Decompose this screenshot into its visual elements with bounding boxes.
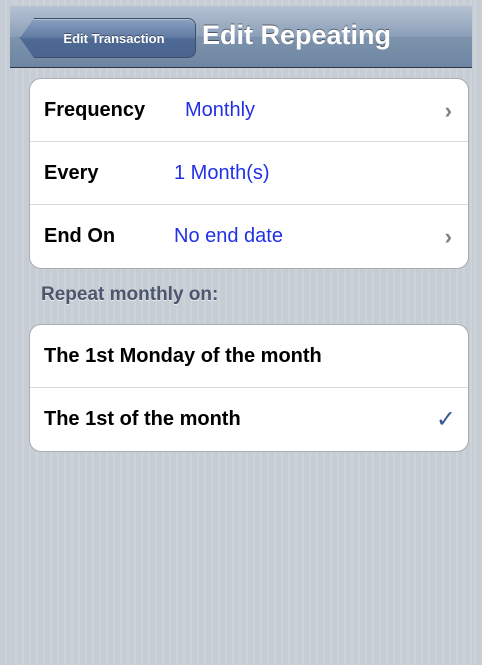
back-button-label: Edit Transaction (63, 30, 165, 46)
option-label: The 1st Monday of the month (44, 345, 322, 367)
checkmark-icon: ✓ (435, 406, 456, 433)
frequency-label: Frequency (44, 99, 146, 121)
end-on-value: No end date (174, 225, 283, 247)
app-screen: Edit Transaction Edit Repeating Frequenc… (10, 0, 472, 665)
end-on-label: End On (44, 225, 116, 247)
option-first-of-month-row[interactable]: The 1st of the month ✓ (30, 388, 468, 451)
frequency-value: Monthly (185, 99, 256, 121)
repeat-settings-group: Frequency Monthly › Every 1 Month(s) End… (29, 78, 469, 269)
navigation-bar: Edit Transaction Edit Repeating (10, 6, 472, 68)
repeat-options-group: The 1st Monday of the month The 1st of t… (29, 324, 469, 452)
option-label: The 1st of the month (44, 408, 241, 430)
end-on-row[interactable]: End On No end date › (30, 205, 468, 268)
option-first-monday-row[interactable]: The 1st Monday of the month (30, 325, 468, 388)
back-button[interactable]: Edit Transaction (20, 18, 196, 58)
chevron-right-icon: › (444, 98, 452, 123)
every-label: Every (44, 162, 99, 184)
page-title: Edit Repeating (202, 20, 392, 50)
repeat-section-header: Repeat monthly on: (41, 284, 219, 305)
frequency-row[interactable]: Frequency Monthly › (30, 79, 468, 142)
every-value: 1 Month(s) (174, 162, 270, 184)
chevron-right-icon: › (444, 224, 452, 249)
every-row[interactable]: Every 1 Month(s) (30, 142, 468, 205)
